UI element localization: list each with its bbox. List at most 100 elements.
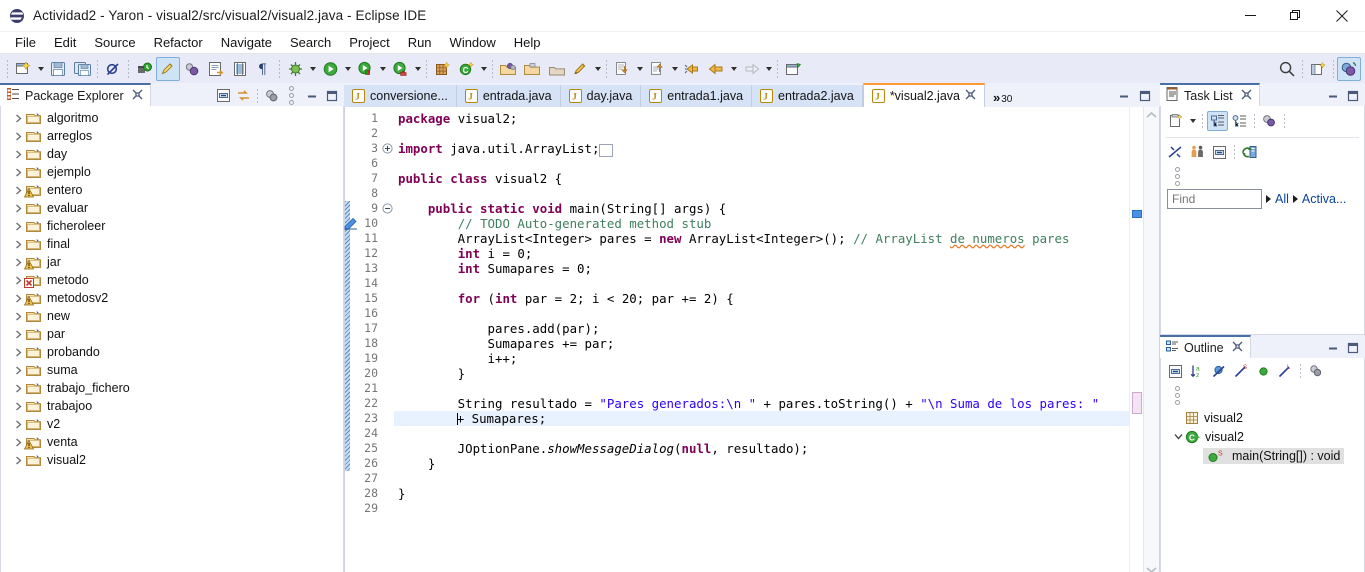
code-line[interactable]	[394, 126, 1129, 141]
package-item-ejemplo[interactable]: ejemplo	[1, 163, 343, 181]
link-editor-icon[interactable]	[180, 57, 204, 81]
code-line[interactable]	[394, 306, 1129, 321]
expand-arrow-icon[interactable]	[11, 325, 25, 343]
code-line[interactable]: String resultado = "Pares generados:\n "…	[394, 396, 1129, 411]
overview-mark-occurrence[interactable]	[1132, 392, 1142, 414]
new-class-dropdown[interactable]	[478, 57, 489, 81]
new-wizard-icon[interactable]	[11, 57, 35, 81]
code-line[interactable]: ArrayList<Integer> pares = new ArrayList…	[394, 231, 1129, 246]
hide-fields-icon[interactable]	[1209, 361, 1230, 381]
menu-run[interactable]: Run	[399, 33, 441, 52]
debug-icon[interactable]	[283, 57, 307, 81]
code-line[interactable]	[394, 501, 1129, 516]
package-item-algoritmo[interactable]: algoritmo	[1, 109, 343, 127]
code-line[interactable]	[394, 381, 1129, 396]
package-item-probando[interactable]: probando	[1, 343, 343, 361]
expand-arrow-icon[interactable]	[11, 163, 25, 181]
todo-task-marker-icon[interactable]	[344, 216, 358, 230]
save-icon[interactable]	[46, 57, 70, 81]
package-item-trabajoo[interactable]: trabajoo	[1, 397, 343, 415]
forward-dropdown[interactable]	[763, 57, 774, 81]
expand-arrow-icon[interactable]	[11, 109, 25, 127]
expand-arrow-icon[interactable]	[1171, 447, 1185, 465]
run-external-tools-dropdown[interactable]	[412, 57, 423, 81]
code-line[interactable]: int i = 0;	[394, 246, 1129, 261]
outline-item[interactable]: Smain(String[]) : void	[1161, 446, 1364, 465]
search-icon[interactable]	[1275, 57, 1299, 81]
tab-package-explorer[interactable]: Package Explorer	[0, 83, 151, 106]
package-item-final[interactable]: final	[1, 235, 343, 253]
code-line[interactable]	[394, 186, 1129, 201]
code-line[interactable]	[394, 156, 1129, 171]
code-line[interactable]: JOptionPane.showMessageDialog(null, resu…	[394, 441, 1129, 456]
new-task-icon[interactable]	[1165, 111, 1186, 131]
run-coverage-dropdown[interactable]	[377, 57, 388, 81]
back-history-icon[interactable]	[680, 57, 704, 81]
editor-tab-day-java[interactable]: Jday.java	[560, 85, 642, 107]
package-item-evaluar[interactable]: evaluar	[1, 199, 343, 217]
expand-arrow-icon[interactable]	[1171, 409, 1185, 427]
source-editor[interactable]: 1 2 3 6 7 8 9 10 11 12 13 14 15 16 17 18 19 20 21 22 23 24 25 2…	[344, 107, 1160, 572]
previous-annotation-icon[interactable]	[645, 57, 669, 81]
code-line[interactable]: public static void main(String[] args) {	[394, 201, 1129, 216]
code-line[interactable]: package visual2;	[394, 111, 1129, 126]
code-line[interactable]: }	[394, 486, 1129, 501]
editor-tab-entrada2-java[interactable]: Jentrada2.java	[752, 85, 863, 107]
package-item-visual2[interactable]: visual2	[1, 451, 343, 469]
package-item-venta[interactable]: venta	[1, 433, 343, 451]
save-all-icon[interactable]	[70, 57, 94, 81]
new-java-project-icon[interactable]	[430, 57, 454, 81]
package-item-trabajo_fichero[interactable]: trabajo_fichero	[1, 379, 343, 397]
toggle-markoccurrences-icon[interactable]	[156, 56, 180, 81]
view-menu-filter-icon[interactable]	[262, 86, 281, 105]
expand-arrow-icon[interactable]	[11, 343, 25, 361]
folding-ruler[interactable]	[381, 107, 394, 572]
back-icon[interactable]	[704, 57, 728, 81]
scheduled-presentation-icon[interactable]	[1229, 111, 1250, 131]
menu-edit[interactable]: Edit	[45, 33, 85, 52]
run-dropdown[interactable]	[342, 57, 353, 81]
next-annotation-dropdown[interactable]	[634, 57, 645, 81]
find-input[interactable]	[1167, 189, 1262, 209]
filter-activate-caret-icon[interactable]	[1292, 195, 1298, 203]
code-line[interactable]: Sumapares += par;	[394, 336, 1129, 351]
outline-tree[interactable]: visual2 Cvisual2 Smain(String[]) : void	[1161, 406, 1364, 465]
expand-arrow-icon[interactable]	[1171, 428, 1185, 446]
close-icon[interactable]	[1241, 89, 1252, 103]
editor-tab-overflow[interactable]: » 30	[985, 85, 1018, 107]
menu-file[interactable]: File	[6, 33, 45, 52]
scroll-down-arrow[interactable]	[1146, 563, 1157, 572]
outline-menu-icon[interactable]	[1305, 361, 1326, 381]
java-perspective-icon[interactable]	[1337, 56, 1361, 81]
maximize-button[interactable]	[1273, 0, 1319, 32]
tab-outline[interactable]: Outline	[1160, 335, 1251, 358]
menu-help[interactable]: Help	[505, 33, 550, 52]
collapse-all-icon[interactable]	[1209, 142, 1230, 162]
code-line[interactable]	[394, 426, 1129, 441]
package-item-metodosv2[interactable]: metodosv2	[1, 289, 343, 307]
filter-all-caret-icon[interactable]	[1266, 195, 1271, 203]
minimize-editor-icon[interactable]	[1114, 86, 1133, 105]
package-item-ficheroleer[interactable]: ficheroleer	[1, 217, 343, 235]
package-item-arreglos[interactable]: arreglos	[1, 127, 343, 145]
minimize-view-icon[interactable]	[302, 86, 321, 105]
expand-arrow-icon[interactable]	[11, 307, 25, 325]
menu-search[interactable]: Search	[281, 33, 340, 52]
code-line[interactable]: import java.util.ArrayList;	[394, 141, 1129, 157]
expand-arrow-icon[interactable]	[11, 253, 25, 271]
maximize-editor-icon[interactable]	[1135, 86, 1154, 105]
previous-annotation-dropdown[interactable]	[669, 57, 680, 81]
collapse-all-icon[interactable]	[214, 86, 233, 105]
open-type-icon[interactable]	[228, 57, 252, 81]
editor-tab-entrada-java[interactable]: Jentrada.java	[456, 85, 561, 107]
synchronize-changed-icon[interactable]	[1187, 142, 1208, 162]
new-task-dropdown[interactable]	[1187, 109, 1198, 133]
expand-arrow-icon[interactable]	[11, 361, 25, 379]
expand-arrow-icon[interactable]	[11, 199, 25, 217]
close-icon[interactable]	[1232, 341, 1243, 355]
overview-ruler[interactable]	[1129, 107, 1143, 572]
expand-arrow-icon[interactable]	[11, 289, 25, 307]
editor-vertical-scrollbar[interactable]	[1143, 107, 1159, 572]
code-line[interactable]	[394, 276, 1129, 291]
collapse-all-icon[interactable]	[1165, 361, 1186, 381]
